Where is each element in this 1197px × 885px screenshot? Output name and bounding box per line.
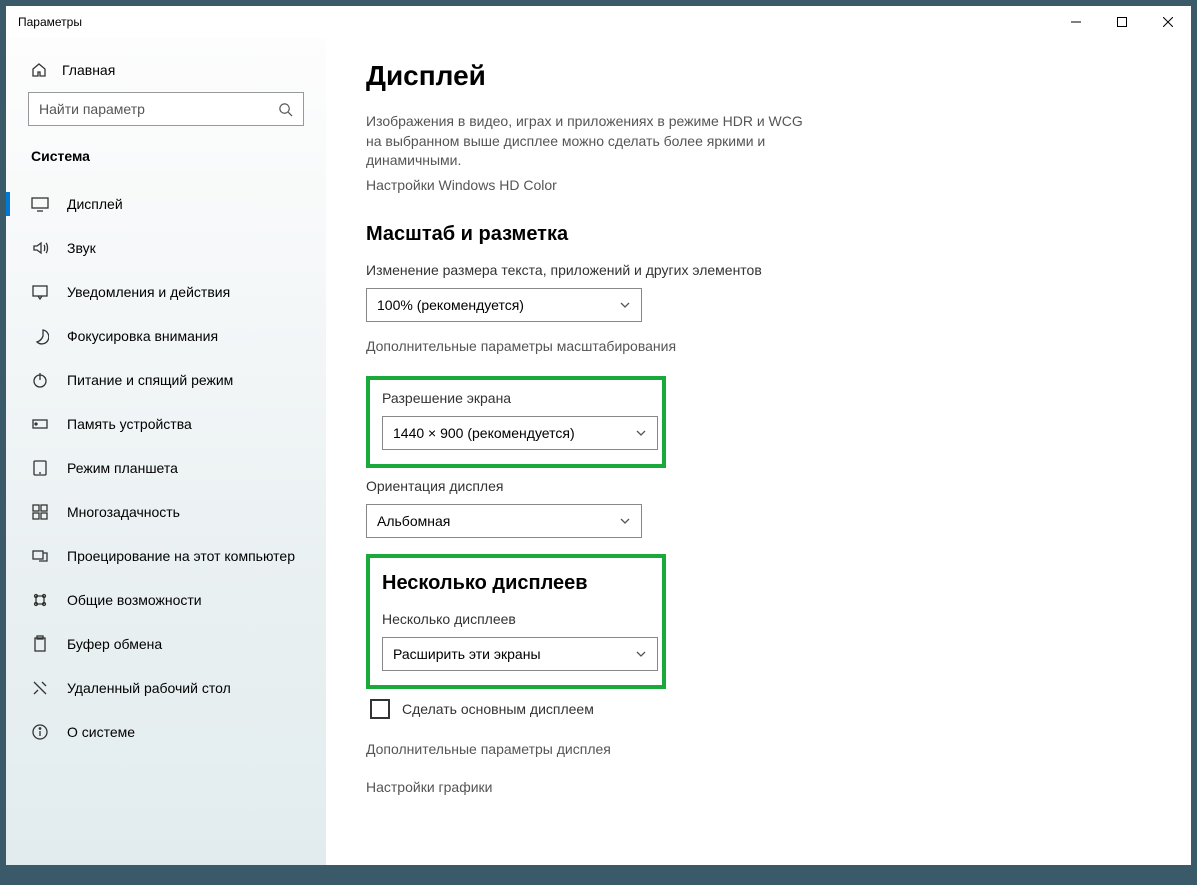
advanced-display-link[interactable]: Дополнительные параметры дисплея [366,741,1151,757]
sidebar-item-remote[interactable]: Удаленный рабочий стол [6,666,326,710]
about-icon [31,723,49,741]
scale-value: 100% (рекомендуется) [377,297,619,313]
titlebar: Параметры [6,6,1191,38]
orientation-dropdown[interactable]: Альбомная [366,504,642,538]
settings-window: Параметры Главная Найти параметр Система… [6,6,1191,865]
page-title: Дисплей [366,60,1151,92]
sidebar-item-label: О системе [67,724,135,740]
orientation-label: Ориентация дисплея [366,478,1151,494]
sidebar-item-label: Буфер обмена [67,636,162,652]
notify-icon [31,283,49,301]
category-heading: Система [6,144,326,182]
home-link[interactable]: Главная [6,56,326,92]
project-icon [31,547,49,565]
sidebar-item-display[interactable]: Дисплей [6,182,326,226]
sidebar-item-storage[interactable]: Память устройства [6,402,326,446]
resolution-highlight: Разрешение экрана 1440 × 900 (рекомендуе… [366,376,666,468]
sidebar-item-label: Удаленный рабочий стол [67,680,231,696]
power-icon [31,371,49,389]
sidebar-item-sound[interactable]: Звук [6,226,326,270]
sidebar-item-power[interactable]: Питание и спящий режим [6,358,326,402]
resolution-value: 1440 × 900 (рекомендуется) [393,425,635,441]
clip-icon [31,635,49,653]
resolution-label: Разрешение экрана [382,390,650,406]
sidebar-item-shared[interactable]: Общие возможности [6,578,326,622]
multiple-displays-heading: Несколько дисплеев [382,572,650,595]
primary-display-label: Сделать основным дисплеем [402,701,594,717]
nav-list: Дисплей Звук Уведомления и действия Фоку… [6,182,326,865]
chevron-down-icon [619,515,631,527]
home-label: Главная [62,62,115,78]
orientation-value: Альбомная [377,513,619,529]
sidebar-item-project[interactable]: Проецирование на этот компьютер [6,534,326,578]
hdr-description: Изображения в видео, играх и приложениях… [366,112,806,171]
multiple-displays-label: Несколько дисплеев [382,611,650,627]
sidebar-item-label: Общие возможности [67,592,202,608]
scale-dropdown[interactable]: 100% (рекомендуется) [366,288,642,322]
chevron-down-icon [635,427,647,439]
sidebar-item-label: Звук [67,240,96,256]
sidebar-item-label: Фокусировка внимания [67,328,218,344]
content-area: Дисплей Изображения в видео, играх и при… [326,38,1191,865]
multiple-displays-dropdown[interactable]: Расширить эти экраны [382,637,658,671]
sidebar-item-label: Режим планшета [67,460,178,476]
sidebar: Главная Найти параметр Система Дисплей З… [6,38,326,865]
tablet-icon [31,459,49,477]
graphics-settings-link[interactable]: Настройки графики [366,779,1151,795]
sound-icon [31,239,49,257]
sidebar-item-label: Многозадачность [67,504,180,520]
sidebar-item-focus[interactable]: Фокусировка внимания [6,314,326,358]
search-input[interactable]: Найти параметр [28,92,304,126]
sidebar-item-notifications[interactable]: Уведомления и действия [6,270,326,314]
search-placeholder: Найти параметр [39,101,278,117]
display-icon [31,195,49,213]
maximize-button[interactable] [1099,6,1145,38]
minimize-button[interactable] [1053,6,1099,38]
primary-display-checkbox[interactable]: Сделать основным дисплеем [370,699,1151,719]
window-title: Параметры [18,15,82,29]
home-icon [31,62,47,78]
close-button[interactable] [1145,6,1191,38]
share-icon [31,591,49,609]
multiple-displays-highlight: Несколько дисплеев Несколько дисплеев Ра… [366,554,666,689]
remote-icon [31,679,49,697]
sidebar-item-label: Память устройства [67,416,192,432]
multiple-displays-value: Расширить эти экраны [393,646,635,662]
multi-icon [31,503,49,521]
advanced-scale-link[interactable]: Дополнительные параметры масштабирования [366,338,1151,354]
checkbox-box [370,699,390,719]
hdr-color-link[interactable]: Настройки Windows HD Color [366,177,1151,193]
chevron-down-icon [635,648,647,660]
focus-icon [31,327,49,345]
scale-label: Изменение размера текста, приложений и д… [366,262,1151,278]
sidebar-item-label: Уведомления и действия [67,284,230,300]
storage-icon [31,415,49,433]
scale-heading: Масштаб и разметка [366,223,1151,246]
sidebar-item-label: Проецирование на этот компьютер [67,548,295,564]
chevron-down-icon [619,299,631,311]
search-icon [278,102,293,117]
sidebar-item-multitask[interactable]: Многозадачность [6,490,326,534]
sidebar-item-label: Питание и спящий режим [67,372,233,388]
sidebar-item-tablet[interactable]: Режим планшета [6,446,326,490]
sidebar-item-clipboard[interactable]: Буфер обмена [6,622,326,666]
sidebar-item-label: Дисплей [67,196,123,212]
sidebar-item-about[interactable]: О системе [6,710,326,754]
resolution-dropdown[interactable]: 1440 × 900 (рекомендуется) [382,416,658,450]
